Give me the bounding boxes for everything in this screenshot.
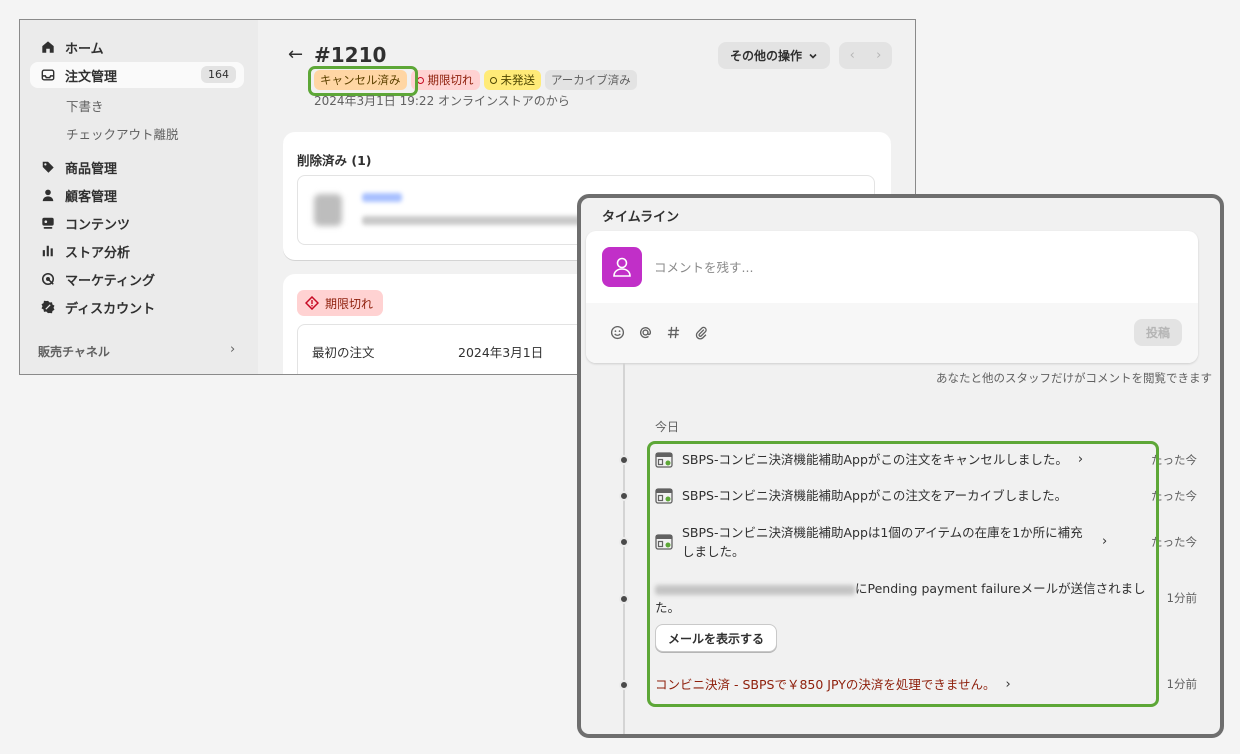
sidebar-item-orders[interactable]: 注文管理 164 [30, 62, 244, 88]
tag-icon [40, 159, 56, 175]
page-title: #1210 [314, 43, 387, 67]
timeline-dot [619, 455, 629, 465]
home-icon [40, 39, 56, 55]
discount-icon [40, 299, 56, 315]
chart-icon [40, 243, 56, 259]
sidebar-item-customers[interactable]: 顧客管理 [30, 182, 244, 208]
sidebar-item-label: 注文管理 [65, 69, 118, 85]
status-badge-unfulfilled: 未発送 [483, 70, 541, 90]
back-arrow-icon[interactable]: ← [288, 44, 303, 65]
redacted-product-detail [362, 216, 592, 225]
event-timestamp: 1分前 [1166, 591, 1197, 605]
timeline-dot [619, 537, 629, 547]
hashtag-icon[interactable] [664, 323, 682, 341]
timeline-title: タイムライン [602, 210, 680, 225]
first-order-value: 2024年3月1日 [458, 345, 544, 360]
comment-input[interactable] [654, 255, 1154, 279]
next-order-icon[interactable]: › [876, 48, 881, 63]
timeline-dot [619, 594, 629, 604]
comment-visibility-note: あなたと他のスタッフだけがコメントを閲覧できます [936, 371, 1212, 385]
sidebar-item-marketing[interactable]: マーケティング [30, 266, 244, 292]
sales-channels-label: 販売チャネル [38, 345, 110, 359]
status-dot-icon [489, 76, 497, 84]
comment-box: 投稿 [586, 231, 1198, 363]
avatar [602, 247, 642, 287]
emoji-icon[interactable] [608, 323, 626, 341]
sidebar-item-label: 商品管理 [65, 161, 118, 177]
orders-count-badge: 164 [201, 66, 236, 83]
post-comment-button[interactable]: 投稿 [1133, 319, 1182, 346]
target-icon [40, 271, 56, 287]
comment-toolbar: 投稿 [586, 303, 1198, 363]
timeline-dot [619, 491, 629, 501]
user-avatar-icon [613, 257, 631, 277]
chevron-down-icon [809, 53, 817, 59]
inbox-icon [40, 67, 56, 83]
sidebar: ホーム 注文管理 164 下書き チェックアウト離脱 商品管理 顧客管理 コンテ… [20, 20, 258, 374]
deleted-items-title: 削除済み (1) [297, 153, 372, 168]
event-timestamp: 1分前 [1166, 677, 1197, 691]
sidebar-item-label: 顧客管理 [65, 189, 118, 205]
status-badge-expired: 期限切れ [410, 70, 480, 90]
timeline-window: タイムライン 投稿 あなたと他のスタッフだけがコメントを閲覧できます 今日 SB… [577, 194, 1224, 738]
order-meta: 2024年3月1日 19:22 オンラインストアのから [314, 94, 570, 108]
sidebar-item-products[interactable]: 商品管理 [30, 154, 244, 180]
person-icon [40, 187, 56, 203]
sidebar-subitem-abandoned-checkouts[interactable]: チェックアウト離脱 [66, 124, 179, 143]
previous-order-icon[interactable]: ‹ [850, 48, 855, 63]
sidebar-item-label: ホーム [65, 41, 104, 57]
sidebar-item-label: マーケティング [65, 273, 155, 289]
timeline-date-label: 今日 [655, 420, 680, 434]
more-actions-button[interactable]: その他の操作 [718, 42, 831, 69]
sidebar-item-label: コンテンツ [65, 217, 131, 233]
expired-status-badge: 期限切れ [297, 290, 384, 316]
status-badge-archived: アーカイブ済み [545, 70, 637, 90]
first-order-label: 最初の注文 [312, 345, 375, 360]
chevron-right-icon[interactable]: › [230, 342, 235, 357]
sidebar-item-home[interactable]: ホーム [30, 34, 244, 60]
order-pager: ‹ › [839, 42, 892, 69]
sidebar-subitem-drafts[interactable]: 下書き [66, 96, 104, 115]
redacted-product-name [362, 193, 402, 202]
content-icon [40, 215, 56, 231]
product-thumbnail [314, 194, 342, 226]
sidebar-item-label: ディスカウント [65, 301, 156, 317]
timeline-events-highlight [647, 441, 1159, 707]
warning-diamond-icon [305, 296, 319, 310]
mention-icon[interactable] [636, 323, 654, 341]
attachment-icon[interactable] [692, 323, 710, 341]
sidebar-item-analytics[interactable]: ストア分析 [30, 238, 244, 264]
timeline-dot [619, 680, 629, 690]
sidebar-item-content[interactable]: コンテンツ [30, 210, 244, 236]
sidebar-item-discounts[interactable]: ディスカウント [30, 294, 244, 320]
sidebar-item-label: ストア分析 [65, 245, 131, 261]
